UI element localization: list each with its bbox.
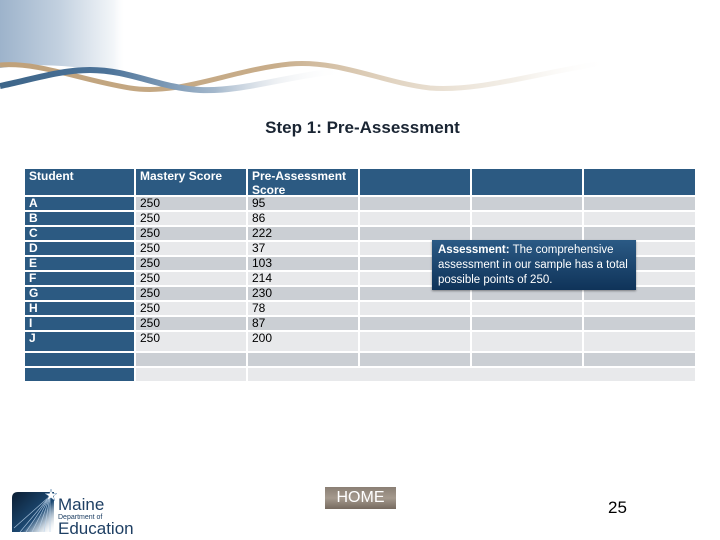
table-header-row: Student Mastery Score Pre-Assessment Sco…	[25, 169, 695, 195]
cell-empty	[360, 227, 470, 240]
cell-student: A	[25, 197, 134, 210]
cell-empty	[472, 353, 582, 366]
cell-pre-assessment-score	[248, 368, 695, 381]
cell-mastery-score: 250	[136, 302, 246, 315]
cell-empty	[472, 197, 582, 210]
cell-pre-assessment-score: 86	[248, 212, 358, 225]
cell-pre-assessment-score: 95	[248, 197, 358, 210]
cell-student: B	[25, 212, 134, 225]
cell-pre-assessment-score: 214	[248, 272, 358, 285]
cell-mastery-score: 250	[136, 227, 246, 240]
cell-pre-assessment-score: 103	[248, 257, 358, 270]
cell-pre-assessment-score: 230	[248, 287, 358, 300]
cell-student: G	[25, 287, 134, 300]
cell-student	[25, 353, 134, 366]
header-empty-5	[472, 169, 582, 195]
home-button[interactable]: HOME	[325, 487, 396, 509]
cell-empty	[360, 353, 470, 366]
cell-empty	[584, 227, 695, 240]
logo-education: Education	[58, 519, 134, 536]
cell-pre-assessment-score: 78	[248, 302, 358, 315]
cell-empty	[584, 302, 695, 315]
cell-empty	[584, 212, 695, 225]
cell-empty	[472, 212, 582, 225]
maine-doe-logo: Maine Department of Education	[12, 488, 134, 536]
cell-mastery-score: 250	[136, 287, 246, 300]
header-mastery-score: Mastery Score	[136, 169, 246, 195]
table-row: I 250 87	[25, 317, 695, 330]
callout-label: Assessment:	[438, 244, 510, 256]
header-empty-6	[584, 169, 695, 195]
cell-student: C	[25, 227, 134, 240]
cell-student: F	[25, 272, 134, 285]
cell-empty	[360, 302, 470, 315]
cell-mastery-score: 250	[136, 272, 246, 285]
header-pre-assessment-score: Pre-Assessment Score	[248, 169, 358, 195]
cell-mastery-score: 250	[136, 257, 246, 270]
cell-student: I	[25, 317, 134, 330]
cell-student: D	[25, 242, 134, 255]
assessment-callout: Assessment: The comprehensive assessment…	[432, 240, 636, 290]
cell-mastery-score: 250	[136, 332, 246, 351]
cell-pre-assessment-score	[248, 353, 358, 366]
cell-empty	[360, 212, 470, 225]
logo-maine: Maine	[58, 495, 104, 514]
cell-empty	[472, 332, 582, 351]
table-row: A 250 95	[25, 197, 695, 210]
cell-mastery-score: 250	[136, 197, 246, 210]
cell-empty	[472, 317, 582, 330]
cell-pre-assessment-score: 222	[248, 227, 358, 240]
cell-pre-assessment-score: 87	[248, 317, 358, 330]
cell-mastery-score	[136, 368, 246, 381]
cell-student: H	[25, 302, 134, 315]
table-row	[25, 353, 695, 366]
table-row: B 250 86	[25, 212, 695, 225]
cell-mastery-score: 250	[136, 212, 246, 225]
cell-student: E	[25, 257, 134, 270]
table-row: H 250 78	[25, 302, 695, 315]
cell-empty	[360, 332, 470, 351]
cell-empty	[360, 197, 470, 210]
cell-empty	[584, 317, 695, 330]
header-decoration	[0, 0, 611, 94]
table-row: J 250 200	[25, 332, 695, 351]
cell-mastery-score: 250	[136, 317, 246, 330]
slide-title: Step 1: Pre-Assessment	[265, 118, 460, 137]
cell-empty	[584, 332, 695, 351]
cell-empty	[360, 317, 470, 330]
cell-empty	[584, 197, 695, 210]
cell-student	[25, 368, 134, 381]
cell-student: J	[25, 332, 134, 351]
cell-empty	[472, 227, 582, 240]
page-number: 25	[608, 498, 627, 517]
star-burst-icon	[12, 488, 58, 533]
cell-pre-assessment-score: 37	[248, 242, 358, 255]
cell-mastery-score	[136, 353, 246, 366]
cell-empty	[472, 302, 582, 315]
table-row	[25, 368, 695, 381]
header-student: Student	[25, 169, 134, 195]
table-row: C 250 222	[25, 227, 695, 240]
header-empty-4	[360, 169, 470, 195]
cell-empty	[584, 353, 695, 366]
cell-mastery-score: 250	[136, 242, 246, 255]
cell-pre-assessment-score: 200	[248, 332, 358, 351]
